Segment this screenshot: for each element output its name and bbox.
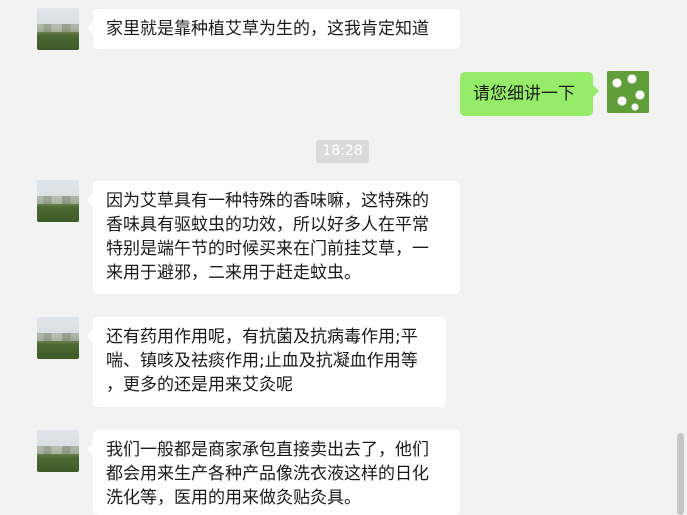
contact-avatar[interactable] [37, 180, 79, 222]
scrollbar-thumb[interactable] [677, 433, 684, 515]
my-avatar[interactable] [607, 71, 649, 113]
contact-avatar[interactable] [37, 430, 79, 472]
message-bubble-incoming[interactable]: 还有药用作用呢，有抗菌及抗病毒作用;平 喘、镇咳及祛痰作用;止血及抗凝血作用等 … [87, 317, 446, 407]
chat-window: 家里就是靠种植艾草为生的，这我肯定知道 请您细讲一下 18:28 因为艾草具有一… [0, 0, 687, 515]
message-bubble-incoming[interactable]: 家里就是靠种植艾草为生的，这我肯定知道 [87, 9, 460, 49]
message-bubble-outgoing[interactable]: 请您细讲一下 [460, 72, 599, 116]
message-bubble-incoming[interactable]: 我们一般都是商家承包直接卖出去了，他们 都会用来生产各种产品像洗衣液这样的日化 … [87, 430, 460, 515]
message-bubble-incoming[interactable]: 因为艾草具有一种特殊的香味嘛，这特殊的 香味具有驱蚊虫的功效，所以好多人在平常 … [87, 181, 460, 294]
contact-avatar[interactable] [37, 8, 79, 50]
message-timestamp: 18:28 [316, 140, 369, 163]
contact-avatar[interactable] [37, 317, 79, 359]
